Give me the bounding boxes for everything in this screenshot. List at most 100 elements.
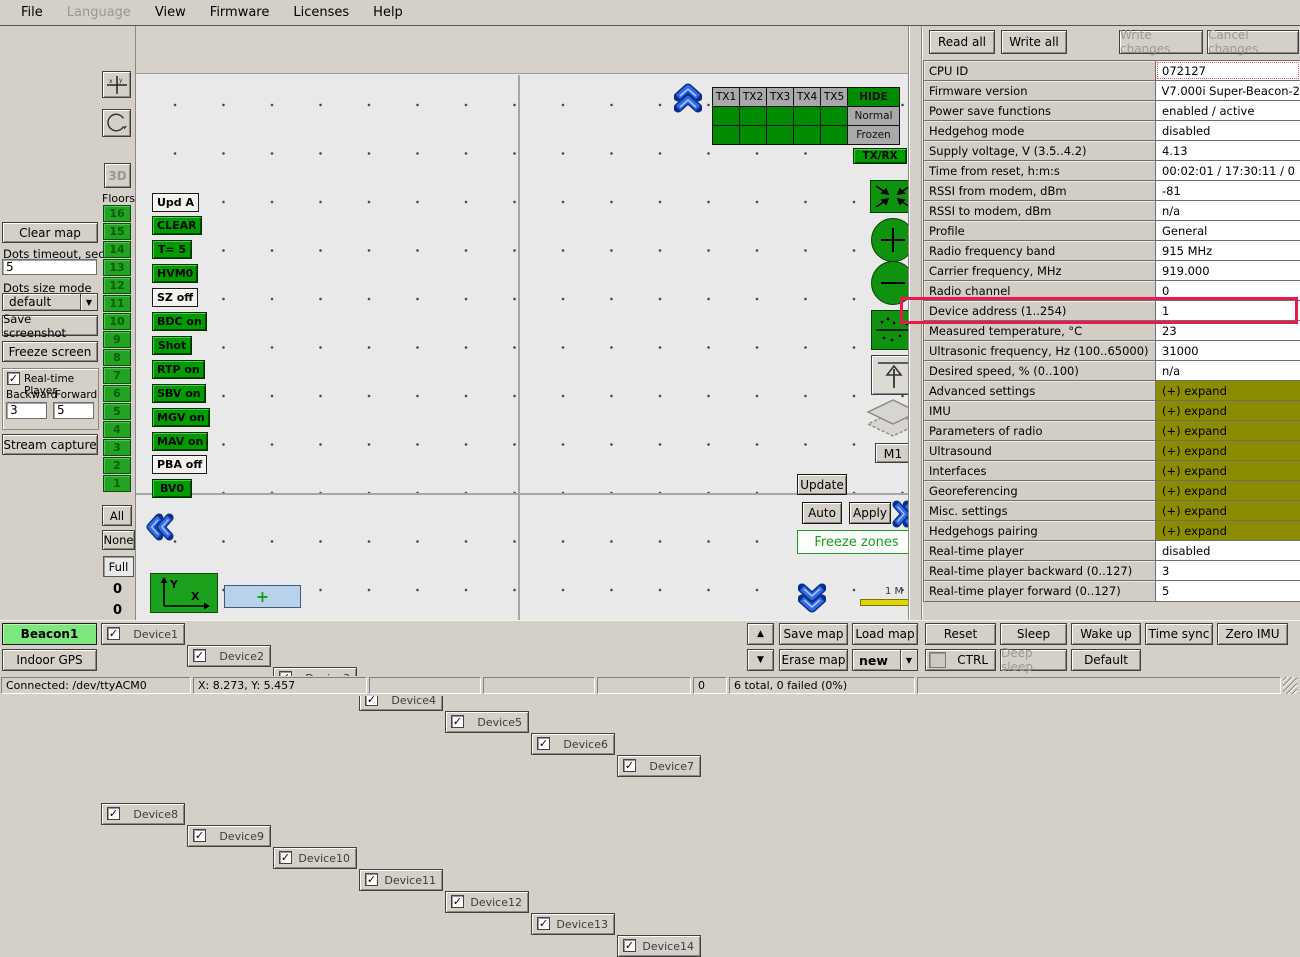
tx-state-cell[interactable]: [739, 125, 767, 145]
floor-button-1[interactable]: 1: [103, 475, 131, 492]
resize-grip-icon[interactable]: [1283, 677, 1297, 694]
param-expand-cell[interactable]: (+) expand: [1156, 481, 1300, 500]
cancel-changes-button[interactable]: Cancel changes: [1207, 30, 1299, 54]
device-checkbox[interactable]: ✓: [107, 807, 120, 820]
ctrl-checkbox[interactable]: [929, 652, 946, 668]
reset-button[interactable]: Reset: [925, 623, 996, 645]
map-button-bv0[interactable]: BV0: [152, 479, 192, 498]
menu-item-help[interactable]: Help: [362, 3, 414, 23]
device-page-down-button[interactable]: ▼: [747, 649, 774, 671]
read-all-button[interactable]: Read all: [929, 30, 995, 54]
floors-none-button[interactable]: None: [102, 530, 135, 550]
param-expand-cell[interactable]: (+) expand: [1156, 441, 1300, 460]
map-button-upd-a[interactable]: Upd A: [152, 193, 199, 212]
device-toggle-device13[interactable]: ✓Device13: [531, 913, 615, 935]
device-checkbox[interactable]: ✓: [279, 851, 292, 864]
add-submap-button[interactable]: +: [224, 585, 301, 608]
map-button-hvm0[interactable]: HVM0: [152, 264, 198, 283]
floor-button-16[interactable]: 16: [103, 205, 131, 222]
tx-header-cell[interactable]: TX4: [793, 87, 821, 107]
ctrl-toggle-button[interactable]: CTRL: [925, 649, 996, 671]
device-checkbox[interactable]: ✓: [193, 649, 206, 662]
param-expand-cell[interactable]: (+) expand: [1156, 521, 1300, 540]
device-toggle-device5[interactable]: ✓Device5: [445, 711, 529, 733]
device-checkbox[interactable]: ✓: [451, 895, 464, 908]
floor-button-3[interactable]: 3: [103, 439, 131, 456]
tx-header-cell[interactable]: TX5: [820, 87, 848, 107]
device-checkbox[interactable]: ✓: [365, 873, 378, 886]
device-checkbox[interactable]: ✓: [537, 917, 550, 930]
indoor-gps-tab[interactable]: Indoor GPS: [2, 649, 97, 671]
tx-mode-frozen[interactable]: Frozen: [847, 125, 900, 145]
device-toggle-device8[interactable]: ✓Device8: [101, 803, 185, 825]
tx-state-cell[interactable]: [766, 125, 794, 145]
map-name-select[interactable]: new ▼: [852, 649, 918, 671]
floor-button-14[interactable]: 14: [103, 241, 131, 258]
auto-button[interactable]: Auto: [802, 502, 842, 524]
device-toggle-device2[interactable]: ✓Device2: [187, 645, 271, 667]
pan-down-chevron-icon[interactable]: [798, 583, 826, 613]
device-toggle-device7[interactable]: ✓Device7: [617, 755, 701, 777]
tx-mode-normal[interactable]: Normal: [847, 106, 900, 126]
map-button-clear[interactable]: CLEAR: [152, 216, 202, 235]
dots-size-select[interactable]: default ▼: [2, 293, 98, 311]
param-expand-cell[interactable]: (+) expand: [1156, 421, 1300, 440]
map-button-mav-on[interactable]: MAV on: [152, 432, 208, 451]
device-toggle-device12[interactable]: ✓Device12: [445, 891, 529, 913]
menu-item-file[interactable]: File: [10, 3, 54, 23]
param-expand-cell[interactable]: (+) expand: [1156, 501, 1300, 520]
txrx-button[interactable]: TX/RX: [853, 148, 907, 164]
write-changes-button[interactable]: Write changes: [1119, 30, 1203, 54]
device-checkbox[interactable]: ✓: [193, 829, 206, 842]
device-toggle-device1[interactable]: ✓Device1: [101, 623, 185, 645]
device-checkbox[interactable]: ✓: [623, 759, 636, 772]
map-button-t-5[interactable]: T= 5: [152, 240, 192, 259]
device-checkbox[interactable]: ✓: [107, 627, 120, 640]
floor-button-11[interactable]: 11: [103, 295, 131, 312]
erase-map-button[interactable]: Erase map: [779, 649, 848, 671]
xy-crosshair-icon[interactable]: xy: [102, 71, 131, 98]
floor-button-7[interactable]: 7: [103, 367, 131, 384]
chevron-down-icon[interactable]: ▼: [900, 650, 917, 670]
save-screenshot-button[interactable]: Save screenshot: [2, 315, 98, 336]
param-value[interactable]: 072127: [1156, 61, 1300, 80]
backward-input[interactable]: 3: [6, 402, 47, 419]
menu-item-language[interactable]: Language: [56, 3, 142, 23]
floor-button-13[interactable]: 13: [103, 259, 131, 276]
map-button-bdc-on[interactable]: BDC on: [152, 312, 207, 331]
tx-mode-hide[interactable]: HIDE: [847, 87, 900, 107]
map-button-sbv-on[interactable]: SBV on: [152, 384, 206, 403]
beacon-tab[interactable]: Beacon1: [2, 623, 97, 645]
floor-button-8[interactable]: 8: [103, 349, 131, 366]
pan-up-chevron-icon[interactable]: [674, 83, 702, 113]
map-button-mgv-on[interactable]: MGV on: [152, 408, 210, 427]
map-button-pba-off[interactable]: PBA off: [152, 455, 207, 474]
tx-header-cell[interactable]: TX1: [712, 87, 740, 107]
default-button[interactable]: Default: [1071, 649, 1141, 671]
tx-state-cell[interactable]: [739, 106, 767, 126]
wake-up-button[interactable]: Wake up: [1071, 623, 1141, 645]
apply-button[interactable]: Apply: [849, 502, 891, 524]
param-expand-cell[interactable]: (+) expand: [1156, 401, 1300, 420]
forward-input[interactable]: 5: [53, 402, 94, 419]
device-toggle-device14[interactable]: ✓Device14: [617, 935, 701, 957]
tx-state-cell[interactable]: [793, 125, 821, 145]
tx-state-cell[interactable]: [712, 106, 740, 126]
pan-left-chevron-icon[interactable]: [145, 513, 175, 541]
floors-all-button[interactable]: All: [102, 505, 132, 526]
map-button-sz-off[interactable]: SZ off: [152, 288, 198, 307]
m1-mode-button[interactable]: M1: [875, 443, 911, 463]
save-map-button[interactable]: Save map: [779, 623, 848, 645]
floor-button-5[interactable]: 5: [103, 403, 131, 420]
menu-item-view[interactable]: View: [144, 3, 197, 23]
chevron-down-icon[interactable]: ▼: [80, 294, 97, 310]
freeze-screen-button[interactable]: Freeze screen: [2, 341, 98, 362]
menu-item-firmware[interactable]: Firmware: [199, 3, 281, 23]
tx-state-cell[interactable]: [820, 106, 848, 126]
device-toggle-device11[interactable]: ✓Device11: [359, 869, 443, 891]
floor-button-12[interactable]: 12: [103, 277, 131, 294]
floor-button-9[interactable]: 9: [103, 331, 131, 348]
device-checkbox[interactable]: ✓: [623, 939, 636, 952]
tx-state-cell[interactable]: [793, 106, 821, 126]
device-toggle-device6[interactable]: ✓Device6: [531, 733, 615, 755]
